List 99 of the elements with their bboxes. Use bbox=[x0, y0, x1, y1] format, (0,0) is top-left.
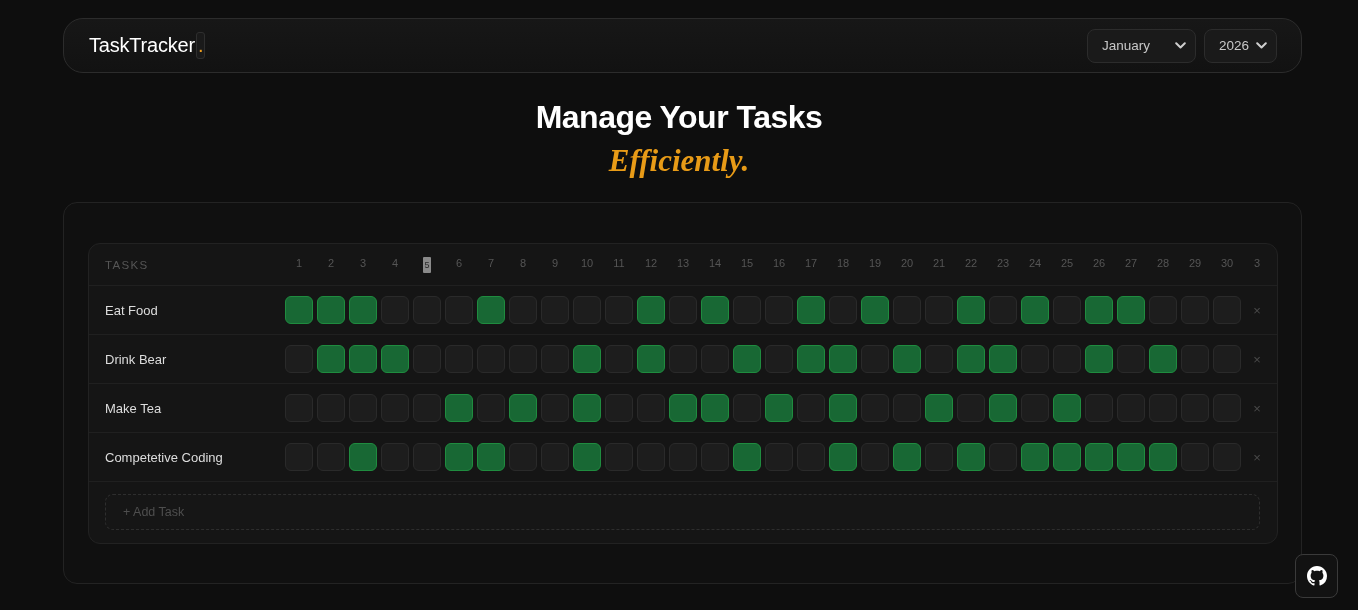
day-toggle[interactable] bbox=[829, 394, 857, 422]
day-toggle[interactable] bbox=[861, 296, 889, 324]
chevron-down-icon bbox=[1175, 42, 1186, 49]
day-number: 3 bbox=[1252, 256, 1262, 271]
day-toggle[interactable] bbox=[957, 296, 985, 324]
day-toggle[interactable] bbox=[701, 296, 729, 324]
day-toggle[interactable] bbox=[925, 394, 953, 422]
day-toggle[interactable] bbox=[349, 296, 377, 324]
day-number: 26 bbox=[1091, 256, 1107, 271]
day-number: 22 bbox=[963, 256, 979, 271]
logo-text: TaskTracker bbox=[89, 34, 195, 57]
day-number: 13 bbox=[675, 256, 691, 271]
github-icon bbox=[1306, 566, 1327, 586]
day-number: 7 bbox=[486, 256, 496, 271]
task-name: Competetive Coding bbox=[105, 449, 224, 465]
day-number: 3 bbox=[358, 256, 368, 271]
day-number: 20 bbox=[899, 256, 915, 271]
day-toggle[interactable] bbox=[349, 443, 377, 471]
page-title: Manage Your Tasks bbox=[535, 98, 823, 137]
day-number: 18 bbox=[835, 256, 851, 271]
day-number: 4 bbox=[390, 256, 400, 271]
day-toggle[interactable] bbox=[317, 345, 345, 373]
day-toggle[interactable] bbox=[1021, 443, 1049, 471]
day-toggle[interactable] bbox=[893, 345, 921, 373]
day-toggle[interactable] bbox=[1117, 443, 1145, 471]
month-select[interactable]: January bbox=[1087, 28, 1196, 63]
day-toggle[interactable] bbox=[733, 443, 761, 471]
day-number: 12 bbox=[643, 256, 659, 271]
day-toggle[interactable] bbox=[1053, 443, 1081, 471]
day-toggle[interactable] bbox=[637, 345, 665, 373]
day-toggle[interactable] bbox=[1085, 345, 1113, 373]
day-number: 29 bbox=[1187, 256, 1203, 271]
delete-button[interactable]: × bbox=[1245, 351, 1269, 367]
day-number: 28 bbox=[1155, 256, 1171, 271]
add-task-field[interactable]: + Add Task bbox=[105, 494, 1260, 530]
day-toggle[interactable] bbox=[349, 345, 377, 373]
task-name: Eat Food bbox=[105, 302, 159, 318]
day-toggle[interactable] bbox=[1085, 443, 1113, 471]
day-toggle[interactable] bbox=[381, 345, 409, 373]
task-name: Make Tea bbox=[105, 400, 163, 416]
day-toggle[interactable] bbox=[989, 345, 1017, 373]
task-name: Drink Bear bbox=[105, 351, 168, 367]
day-toggle[interactable] bbox=[477, 443, 505, 471]
day-number: 23 bbox=[995, 256, 1011, 271]
day-number: 1 bbox=[294, 256, 304, 271]
delete-button[interactable]: × bbox=[1245, 449, 1269, 465]
day-toggle[interactable] bbox=[1085, 296, 1113, 324]
logo-accent: . bbox=[195, 32, 206, 59]
day-toggle[interactable] bbox=[1149, 345, 1177, 373]
day-number: 30 bbox=[1219, 256, 1235, 271]
column-heading: TASKS bbox=[105, 258, 150, 271]
day-toggle[interactable] bbox=[573, 345, 601, 373]
day-toggle[interactable] bbox=[637, 296, 665, 324]
github-button[interactable] bbox=[1295, 554, 1338, 598]
day-toggle[interactable] bbox=[1117, 296, 1145, 324]
day-number: 6 bbox=[454, 256, 464, 271]
delete-button[interactable]: × bbox=[1245, 400, 1269, 416]
day-toggle[interactable] bbox=[573, 443, 601, 471]
day-number: 14 bbox=[707, 256, 723, 271]
day-number: 25 bbox=[1059, 256, 1075, 271]
day-toggle[interactable] bbox=[1053, 394, 1081, 422]
day-toggle[interactable] bbox=[445, 443, 473, 471]
day-toggle[interactable] bbox=[701, 394, 729, 422]
day-toggle[interactable] bbox=[573, 394, 601, 422]
day-number: 24 bbox=[1027, 256, 1043, 271]
day-toggle[interactable] bbox=[477, 296, 505, 324]
day-toggle[interactable] bbox=[285, 296, 313, 324]
day-toggle[interactable] bbox=[733, 345, 761, 373]
day-toggle[interactable] bbox=[829, 443, 857, 471]
day-toggle[interactable] bbox=[765, 394, 793, 422]
day-toggle[interactable] bbox=[797, 345, 825, 373]
day-number: 10 bbox=[579, 256, 595, 271]
chevron-down-icon bbox=[1256, 42, 1267, 49]
day-number: 16 bbox=[771, 256, 787, 271]
page-subtitle: Efficiently. bbox=[608, 143, 750, 179]
day-number: 27 bbox=[1123, 256, 1139, 271]
day-number: 15 bbox=[739, 256, 755, 271]
day-toggle[interactable] bbox=[989, 394, 1017, 422]
day-toggle[interactable] bbox=[669, 394, 697, 422]
day-number: 9 bbox=[550, 256, 560, 271]
day-number: 17 bbox=[803, 256, 819, 271]
day-toggle[interactable] bbox=[957, 443, 985, 471]
day-toggle[interactable] bbox=[1021, 296, 1049, 324]
day-toggle[interactable] bbox=[509, 394, 537, 422]
year-select[interactable]: 2026 bbox=[1204, 28, 1277, 63]
day-number: 8 bbox=[518, 256, 528, 271]
day-toggle[interactable] bbox=[797, 296, 825, 324]
day-toggle[interactable] bbox=[829, 345, 857, 373]
day-number: 11 bbox=[612, 256, 626, 271]
day-number: 21 bbox=[931, 256, 947, 271]
day-toggle[interactable] bbox=[1149, 443, 1177, 471]
delete-button[interactable]: × bbox=[1245, 302, 1269, 318]
day-toggle[interactable] bbox=[317, 296, 345, 324]
day-toggle[interactable] bbox=[893, 443, 921, 471]
day-number: 19 bbox=[867, 256, 883, 271]
day-number: 2 bbox=[326, 256, 336, 271]
day-number: 5 bbox=[423, 256, 431, 273]
day-toggle[interactable] bbox=[957, 345, 985, 373]
day-toggle[interactable] bbox=[445, 394, 473, 422]
